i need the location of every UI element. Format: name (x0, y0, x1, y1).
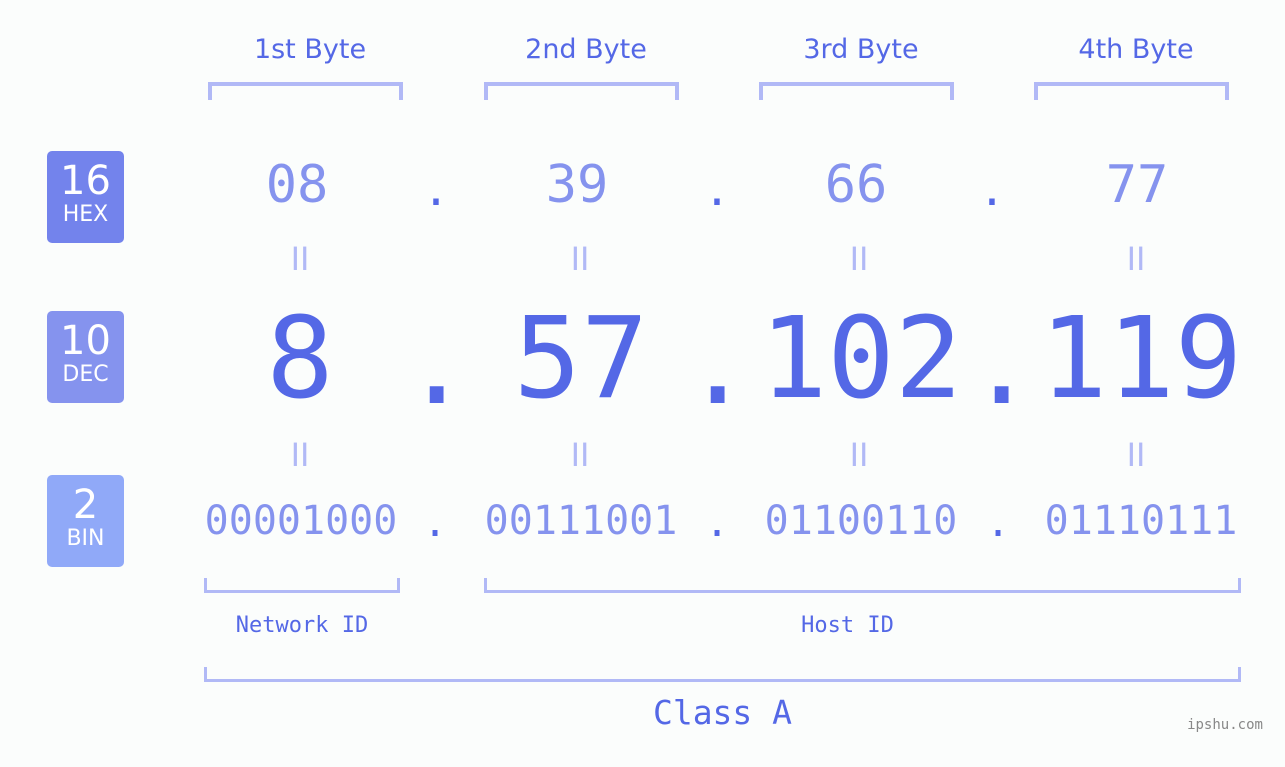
hex-value-2: 39 (545, 155, 609, 215)
byte-bracket-4 (1034, 82, 1229, 100)
hex-badge-number: 16 (60, 158, 111, 204)
bin-separator-1: . (422, 500, 448, 546)
bin-badge: 2 BIN (47, 475, 124, 567)
dec-separator-3: . (968, 300, 1036, 430)
equals-sign: II (1126, 240, 1146, 278)
bin-value-4: 01110111 (1044, 498, 1238, 544)
watermark: ipshu.com (1187, 717, 1263, 733)
equals-sign: II (1126, 436, 1146, 474)
hex-badge-label: HEX (62, 202, 109, 227)
equals-sign: II (570, 240, 590, 278)
equals-sign: II (570, 436, 590, 474)
network-id-label: Network ID (235, 613, 369, 638)
bin-value-3: 01100110 (764, 498, 958, 544)
byte-header-2: 2nd Byte (525, 34, 647, 65)
hex-badge: 16 HEX (47, 151, 124, 243)
equals-sign: II (849, 240, 869, 278)
hex-separator-2: . (703, 165, 731, 216)
byte-bracket-3 (759, 82, 954, 100)
byte-header-3: 3rd Byte (803, 34, 919, 65)
dec-separator-2: . (684, 300, 752, 430)
dec-value-1: 8 (266, 294, 334, 424)
byte-bracket-1 (208, 82, 403, 100)
host-id-bracket (484, 578, 1241, 593)
hex-value-4: 77 (1105, 155, 1169, 215)
bin-badge-label: BIN (66, 526, 105, 551)
hex-separator-3: . (978, 165, 1006, 216)
dec-badge-number: 10 (60, 318, 111, 364)
class-bracket (204, 667, 1241, 682)
bin-separator-3: . (985, 500, 1011, 546)
bin-value-2: 00111001 (484, 498, 678, 544)
hex-value-3: 66 (824, 155, 888, 215)
dec-badge: 10 DEC (47, 311, 124, 403)
equals-sign: II (849, 436, 869, 474)
equals-sign: II (290, 436, 310, 474)
byte-header-1: 1st Byte (253, 34, 367, 65)
network-id-bracket (204, 578, 400, 593)
hex-separator-1: . (422, 165, 450, 216)
class-label: Class A (652, 693, 793, 732)
bin-value-1: 00001000 (204, 498, 398, 544)
dec-badge-label: DEC (62, 362, 109, 387)
bin-separator-2: . (704, 500, 730, 546)
host-id-label: Host ID (801, 613, 894, 638)
dec-value-2: 57 (513, 294, 649, 424)
equals-sign: II (290, 240, 310, 278)
dec-separator-1: . (403, 300, 471, 430)
dec-value-3: 102 (759, 294, 963, 424)
byte-bracket-2 (484, 82, 679, 100)
byte-header-4: 4th Byte (1078, 34, 1194, 65)
bin-badge-number: 2 (72, 482, 99, 528)
dec-value-4: 119 (1039, 294, 1243, 424)
hex-value-1: 08 (265, 155, 329, 215)
